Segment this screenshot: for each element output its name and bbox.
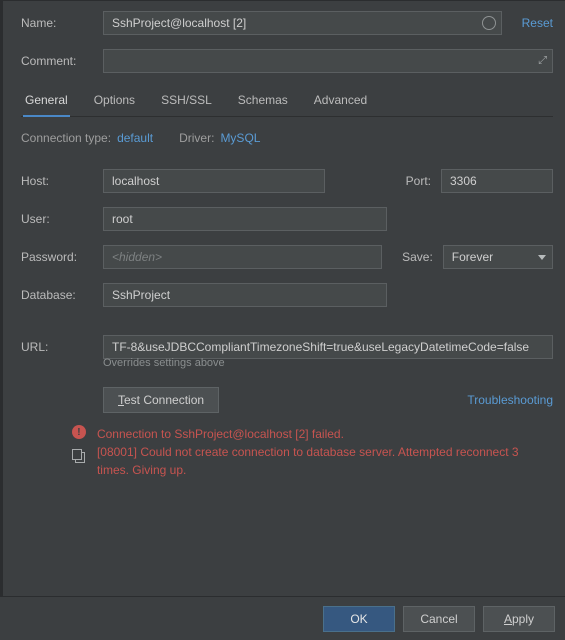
comment-input[interactable]: [103, 49, 553, 73]
url-input[interactable]: [103, 335, 553, 359]
ok-button[interactable]: OK: [323, 606, 395, 632]
comment-label: Comment:: [21, 54, 93, 68]
copy-icon[interactable]: [72, 449, 85, 463]
password-input[interactable]: [103, 245, 382, 269]
error-line-2: [08001] Could not create connection to d…: [97, 443, 553, 479]
tab-bar: General Options SSH/SSL Schemas Advanced: [21, 87, 553, 117]
user-label: User:: [21, 212, 93, 226]
tab-advanced[interactable]: Advanced: [312, 87, 369, 117]
connection-type-link[interactable]: default: [117, 131, 153, 145]
database-input[interactable]: [103, 283, 387, 307]
error-panel: ! Connection to SshProject@localhost [2]…: [71, 425, 553, 479]
tab-general[interactable]: General: [23, 87, 70, 117]
name-input[interactable]: [103, 11, 502, 35]
error-line-1: Connection to SshProject@localhost [2] f…: [97, 425, 553, 443]
port-input[interactable]: [441, 169, 553, 193]
save-select[interactable]: Forever: [443, 245, 553, 269]
save-label: Save:: [402, 250, 433, 264]
reset-link[interactable]: Reset: [522, 16, 553, 30]
user-input[interactable]: [103, 207, 387, 231]
host-label: Host:: [21, 174, 93, 188]
driver-link[interactable]: MySQL: [220, 131, 260, 145]
password-label: Password:: [21, 250, 93, 264]
dialog-footer: OK Cancel Apply: [0, 596, 565, 640]
test-connection-button[interactable]: Test Connection: [103, 387, 219, 413]
database-label: Database:: [21, 288, 93, 302]
tab-options[interactable]: Options: [92, 87, 137, 117]
name-label: Name:: [21, 16, 93, 30]
connection-type-label: Connection type:: [21, 131, 111, 145]
troubleshooting-link[interactable]: Troubleshooting: [467, 393, 553, 407]
color-ring-icon[interactable]: [482, 16, 496, 30]
tab-schemas[interactable]: Schemas: [236, 87, 290, 117]
host-input[interactable]: [103, 169, 325, 193]
tab-ssh-ssl[interactable]: SSH/SSL: [159, 87, 214, 117]
apply-button[interactable]: Apply: [483, 606, 555, 632]
port-label: Port:: [406, 174, 431, 188]
test-connection-rest: est Connection: [124, 393, 204, 407]
chevron-down-icon: [538, 255, 546, 260]
save-select-value: Forever: [452, 250, 493, 264]
error-text: Connection to SshProject@localhost [2] f…: [97, 425, 553, 479]
error-icon: !: [72, 425, 86, 439]
url-label: URL:: [21, 340, 93, 354]
cancel-button[interactable]: Cancel: [403, 606, 475, 632]
driver-label: Driver:: [179, 131, 214, 145]
